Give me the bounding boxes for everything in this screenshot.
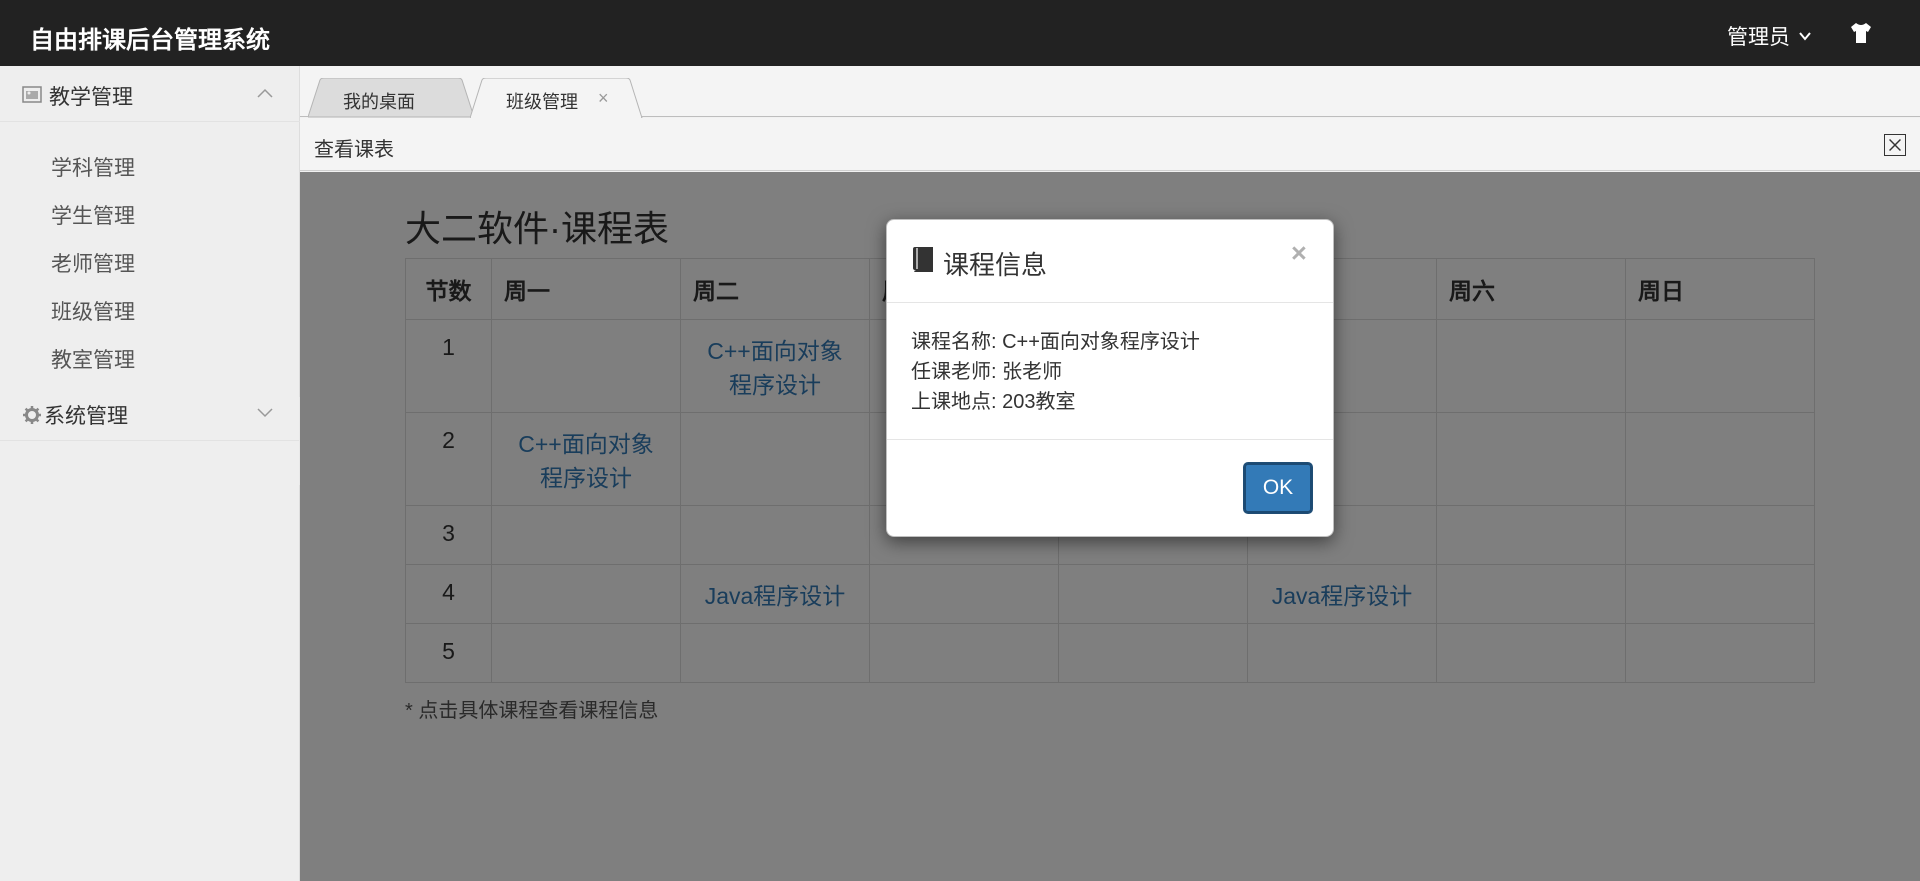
tab-desktop[interactable]: 我的桌面	[308, 78, 478, 118]
sidebar-group-system[interactable]: 系统管理	[0, 385, 300, 441]
chevron-down-icon	[257, 408, 273, 418]
dialog-body: 课程名称: C++面向对象程序设计 任课老师: 张老师 上课地点: 203教室	[911, 327, 1200, 417]
gear-icon	[23, 406, 41, 424]
image-icon	[22, 86, 42, 103]
close-icon[interactable]: ×	[1291, 240, 1307, 267]
sidebar-item-teachers[interactable]: 老师管理	[51, 248, 135, 278]
book-icon	[913, 247, 933, 272]
user-menu[interactable]: 管理员	[1727, 21, 1812, 51]
panel-header: 查看课表	[300, 118, 1920, 171]
tab-bar: 我的桌面 班级管理 ×	[300, 66, 1920, 119]
course-name-line: 课程名称: C++面向对象程序设计	[911, 331, 1200, 353]
teacher-line: 任课老师: 张老师	[911, 361, 1063, 383]
tab-class-management[interactable]: 班级管理 ×	[470, 78, 646, 119]
dialog-header: 课程信息 ×	[887, 220, 1333, 303]
panel-title: 查看课表	[314, 139, 394, 161]
course-info-dialog: 课程信息 × 课程名称: C++面向对象程序设计 任课老师: 张老师 上课地点:…	[886, 219, 1334, 537]
sidebar-item-classrooms[interactable]: 教室管理	[51, 344, 135, 374]
dialog-title: 课程信息	[943, 250, 1048, 280]
tab-label: 班级管理	[506, 92, 578, 112]
chevron-down-icon	[1799, 32, 1811, 41]
sidebar-group-teaching[interactable]: 教学管理	[0, 66, 300, 122]
ok-button[interactable]: OK	[1243, 462, 1313, 514]
tab-label: 我的桌面	[343, 92, 415, 112]
user-name: 管理员	[1727, 26, 1790, 49]
sidebar-group-label: 教学管理	[49, 86, 133, 109]
sidebar-item-students[interactable]: 学生管理	[51, 200, 135, 230]
close-panel-icon[interactable]	[1884, 134, 1906, 156]
close-icon[interactable]: ×	[598, 88, 609, 109]
top-header: 自由排课后台管理系统 管理员	[0, 0, 1920, 66]
sidebar-group-label: 系统管理	[44, 405, 128, 428]
app-title: 自由排课后台管理系统	[30, 27, 270, 54]
sidebar: 教学管理 学科管理 学生管理 老师管理 班级管理 教室管理 系统管理	[0, 66, 300, 881]
tshirt-icon[interactable]	[1848, 20, 1874, 46]
chevron-up-icon	[257, 88, 273, 98]
location-line: 上课地点: 203教室	[911, 391, 1076, 413]
sidebar-item-classes[interactable]: 班级管理	[51, 296, 135, 326]
sidebar-item-subjects[interactable]: 学科管理	[51, 152, 135, 182]
